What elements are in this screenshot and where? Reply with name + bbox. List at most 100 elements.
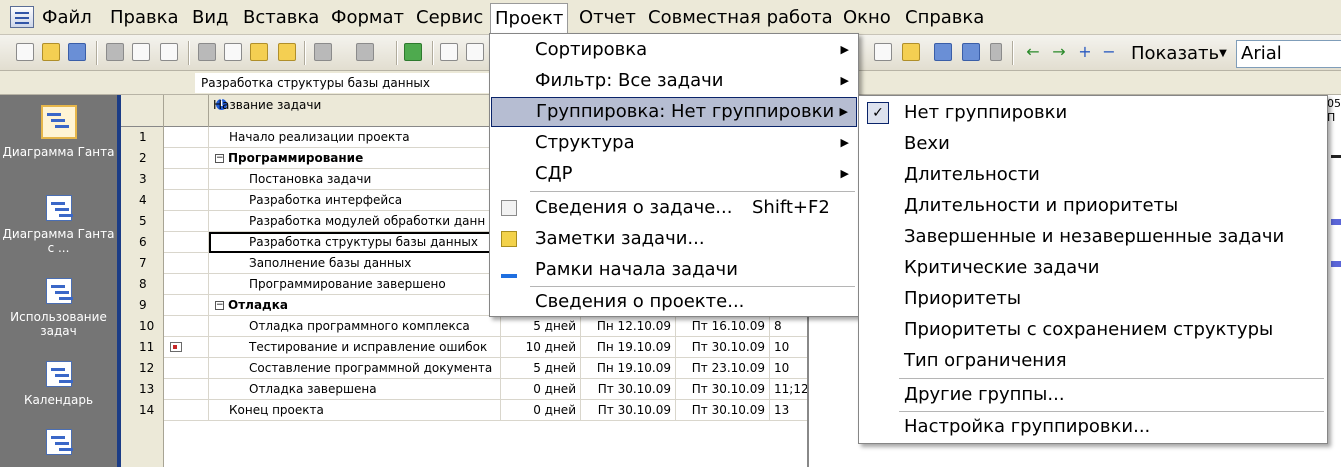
menu-tools[interactable]: Сервис [412,5,487,31]
menu-window[interactable]: Окно [839,5,895,31]
task-finish[interactable]: Пт 30.10.09 [676,379,770,400]
table-row-empty[interactable] [121,421,811,467]
redo-icon[interactable] [356,43,374,61]
entry-field[interactable]: Разработка структуры базы данных [195,73,495,93]
submenu-item-priorities[interactable]: Приоритеты [860,284,1326,314]
menu-item-sort[interactable]: Сортировка ▶ [491,35,857,65]
copy-icon[interactable] [224,43,242,61]
task-start[interactable]: Пн 12.10.09 [581,316,676,337]
task-start[interactable]: Пн 19.10.09 [581,358,676,379]
view-gantt-chart[interactable]: Диаграмма Ганта [0,105,117,159]
unlink-tasks-icon[interactable] [466,43,484,61]
help-icon[interactable] [962,43,980,61]
task-finish[interactable]: Пт 30.10.09 [676,400,770,421]
task-start[interactable]: Пн 19.10.09 [581,337,676,358]
task-start[interactable]: Пт 30.10.09 [581,379,676,400]
task-name[interactable]: Программирование завершено [209,274,501,295]
table-row[interactable]: 12 Составление программной документа 5 д… [121,358,811,379]
task-name[interactable]: Разработка интерфейса [209,190,501,211]
gantt-summary-bar[interactable] [1331,155,1341,158]
task-finish[interactable]: Пт 23.10.09 [676,358,770,379]
format-painter-icon[interactable] [278,43,296,61]
spelling-icon[interactable] [160,43,178,61]
menu-view[interactable]: Вид [188,5,233,31]
new-icon[interactable] [16,43,34,61]
task-name[interactable]: Разработка модулей обработки данн [209,211,501,232]
submenu-item-complete-incomplete[interactable]: Завершенные и незавершенные задачи [860,222,1326,252]
view-tracking-gantt[interactable]: Диаграмма Ганта с ... [0,195,117,255]
view-task-usage[interactable]: Использование задач [0,278,117,338]
menu-item-task-info[interactable]: Сведения о задаче... Shift+F2 [491,193,857,223]
table-row[interactable]: 11 Тестирование и исправление ошибок 10 … [121,337,811,358]
view-calendar[interactable]: Календарь [0,361,117,407]
menu-item-filter[interactable]: Фильтр: Все задачи ▶ [491,66,857,96]
table-row[interactable]: 14 Конец проекта 0 дней Пт 30.10.09 Пт 3… [121,400,811,421]
copy-picture-icon[interactable] [934,43,952,61]
collapse-icon[interactable]: − [215,154,224,163]
task-duration[interactable]: 0 дней [501,400,581,421]
task-finish[interactable]: Пт 30.10.09 [676,337,770,358]
submenu-item-durations[interactable]: Длительности [860,160,1326,190]
task-name[interactable]: Отладка завершена [209,379,501,400]
menu-format[interactable]: Формат [327,5,408,31]
task-duration[interactable]: 10 дней [501,337,581,358]
submenu-item-priorities-keep-outline[interactable]: Приоритеты с сохранением структуры [860,315,1326,345]
open-icon[interactable] [42,43,60,61]
hyperlink-icon[interactable] [404,43,422,61]
print-preview-icon[interactable] [132,43,150,61]
task-duration[interactable]: 0 дней [501,379,581,400]
header-indicators[interactable]: i [164,95,227,127]
task-name[interactable]: − Отладка [209,295,501,316]
zoom-out-icon[interactable] [874,43,892,61]
submenu-item-no-group[interactable]: ✓ Нет группировки [860,98,1326,128]
header-id[interactable] [121,95,164,127]
app-icon[interactable] [10,6,34,28]
task-name[interactable]: Отладка программного комплекса [209,316,501,337]
submenu-item-critical[interactable]: Критические задачи [860,253,1326,283]
undo-icon[interactable] [314,43,332,61]
arrow-right-icon[interactable]: → [1050,43,1068,61]
menu-item-wbs[interactable]: СДР ▶ [491,159,857,189]
header-task-name[interactable]: Название задачи [209,95,501,127]
table-row[interactable]: 10 Отладка программного комплекса 5 дней… [121,316,811,337]
menu-item-outline[interactable]: Структура ▶ [491,128,857,158]
toolbar-options-icon[interactable] [990,43,1002,61]
task-finish[interactable]: Пт 16.10.09 [676,316,770,337]
menu-collaborate[interactable]: Совместная работа [644,5,837,31]
submenu-item-constraint-type[interactable]: Тип ограничения [860,346,1326,376]
arrow-left-icon[interactable]: ← [1024,43,1042,61]
view-network-diagram[interactable] [0,429,117,455]
task-duration[interactable]: 5 дней [501,316,581,337]
menu-report[interactable]: Отчет [575,5,640,31]
font-select[interactable]: Arial [1236,40,1341,68]
menu-file[interactable]: Файл [38,5,96,31]
task-name[interactable]: Начало реализации проекта [209,127,501,148]
task-name[interactable]: Составление программной документа [209,358,501,379]
save-icon[interactable] [68,43,86,61]
task-predecessors[interactable]: 13 [770,400,811,421]
task-predecessors[interactable]: 10 [770,358,811,379]
task-name[interactable]: Тестирование и исправление ошибок [209,337,501,358]
menu-project[interactable]: Проект [490,3,569,33]
submenu-item-customize-group[interactable]: Настройка группировки... [860,412,1326,442]
gantt-task-bar[interactable] [1331,219,1341,225]
task-name[interactable]: − Программирование [209,148,501,169]
submenu-item-milestones[interactable]: Вехи [860,129,1326,159]
table-row[interactable]: 13 Отладка завершена 0 дней Пт 30.10.09 … [121,379,811,400]
menu-help[interactable]: Справка [901,5,988,31]
note-indicator-icon[interactable] [170,342,182,352]
task-duration[interactable]: 5 дней [501,358,581,379]
show-dropdown[interactable]: Показать▼ [1131,41,1227,67]
wizard-icon[interactable] [902,43,920,61]
task-predecessors[interactable]: 10 [770,337,811,358]
menu-insert[interactable]: Вставка [239,5,323,31]
submenu-item-durations-priorities[interactable]: Длительности и приоритеты [860,191,1326,221]
hide-subtasks-icon[interactable]: − [1100,43,1118,61]
link-tasks-icon[interactable] [440,43,458,61]
task-start[interactable]: Пт 30.10.09 [581,400,676,421]
collapse-icon[interactable]: − [215,301,224,310]
submenu-item-more-groups[interactable]: Другие группы... [860,380,1326,410]
task-name-selected[interactable]: Разработка структуры базы данных [209,232,501,253]
paste-icon[interactable] [250,43,268,61]
task-predecessors[interactable]: 8 [770,316,811,337]
